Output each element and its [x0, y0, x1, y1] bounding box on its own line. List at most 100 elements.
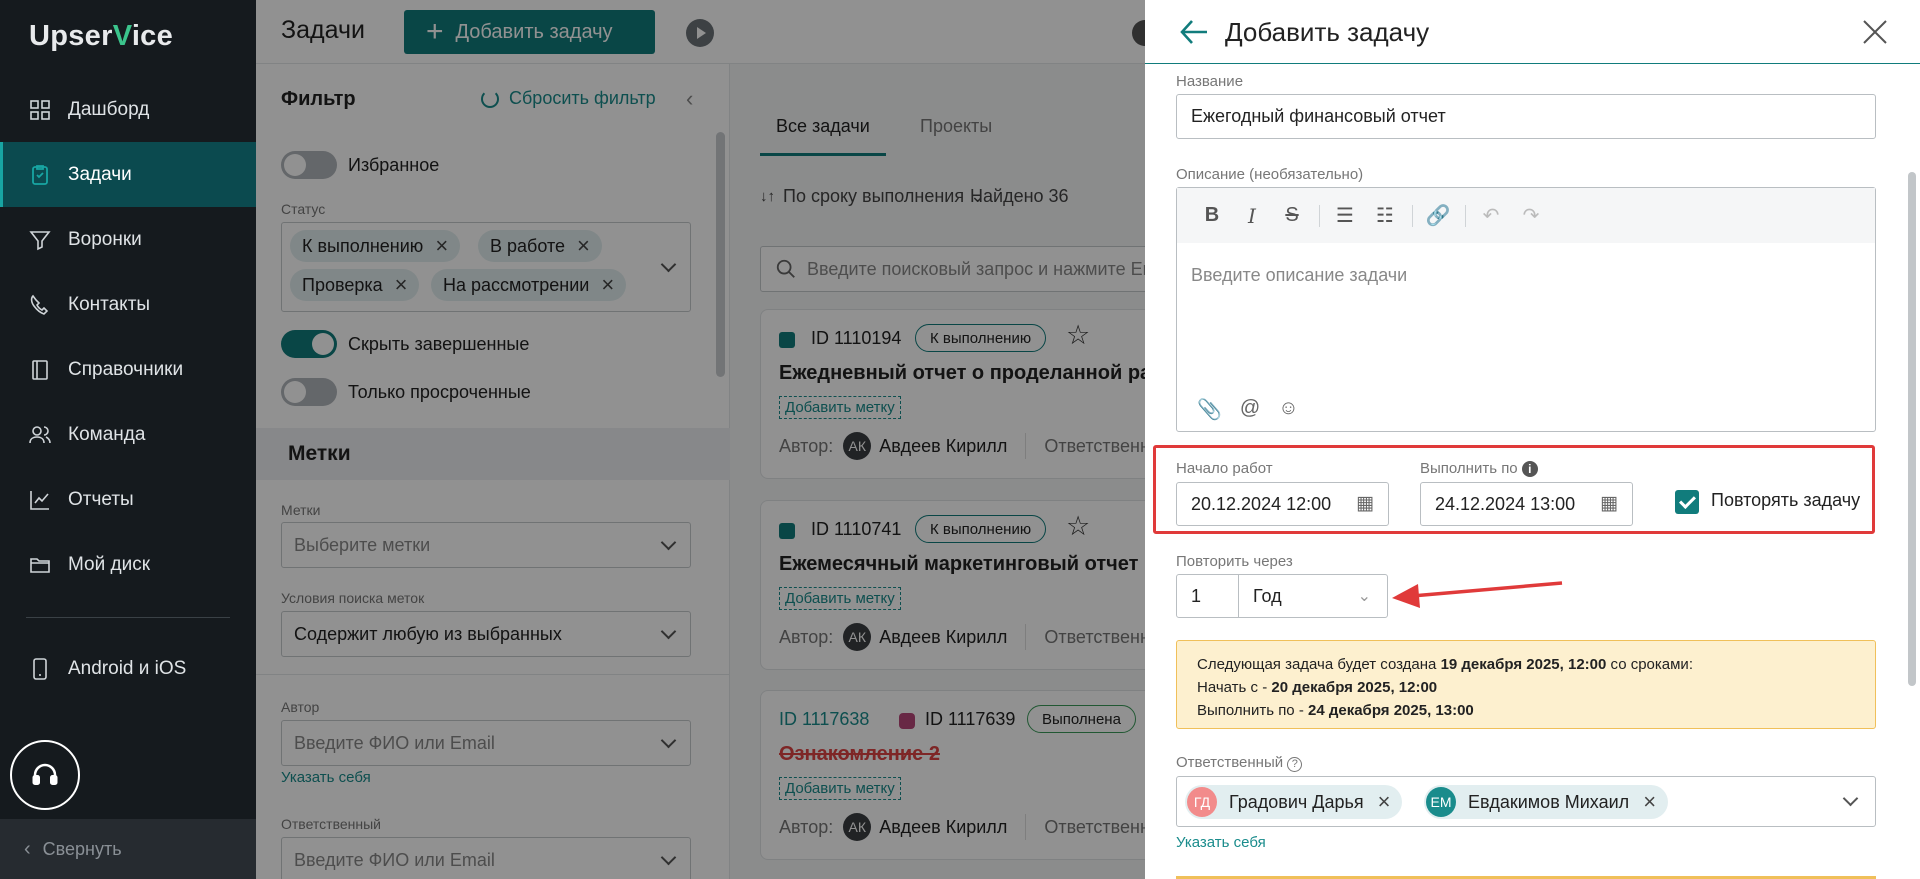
sidebar-item-label: Справочники [68, 358, 184, 380]
editor-toolbar: B I S ☰ ☷ 🔗 ↶ ↷ [1177, 188, 1875, 243]
chevron-left-icon: ‹ [24, 837, 31, 860]
info-text: Выполнить по - [1197, 702, 1308, 719]
team-icon [29, 425, 51, 443]
book-icon [32, 359, 48, 380]
chevron-down-icon: ⌄ [1357, 588, 1371, 605]
next-task-info: Следующая задача будет создана 19 декабр… [1176, 640, 1876, 729]
repeat-task-checkbox[interactable] [1675, 490, 1699, 514]
responsible-label-text: Ответственный [1176, 754, 1284, 771]
sidebar-item-label: Отчеты [68, 488, 134, 510]
chevron-down-icon [1842, 790, 1859, 807]
editor-bottom-tools: 📎 @ ☺ [1197, 397, 1299, 422]
panel-scrollbar[interactable] [1908, 172, 1916, 686]
calendar-icon[interactable]: ▦ [1356, 492, 1374, 515]
sidebar-item-label: Команда [68, 423, 146, 445]
repeat-every-label: Повторить через [1176, 553, 1293, 570]
repeat-unit-select[interactable]: Год ⌄ [1238, 574, 1388, 618]
sidebar-item-label: Контакты [68, 293, 151, 315]
dashboard-icon [30, 99, 50, 120]
assignee-name: Градович Дарья [1229, 791, 1364, 812]
sidebar-item-label: Мой диск [68, 553, 151, 575]
toolbar-divider [1319, 204, 1320, 227]
due-date-input[interactable]: 24.12.2024 13:00 ▦ [1420, 482, 1633, 526]
due-date-value: 24.12.2024 13:00 [1435, 493, 1576, 514]
assignee-chip: ГД Градович Дарья × [1185, 785, 1403, 819]
assignee-chip: ЕМ Евдакимов Михаил × [1424, 785, 1669, 819]
sidebar-item-directories[interactable]: Справочники [0, 337, 256, 402]
collapse-label: Свернуть [42, 838, 122, 859]
avatar: ГД [1187, 787, 1217, 817]
info-icon[interactable]: i [1521, 461, 1538, 477]
sidebar-item-dashboard[interactable]: Дашборд [0, 77, 256, 142]
bold-icon[interactable]: B [1199, 203, 1225, 229]
panel-header: Добавить задачу [1145, 0, 1920, 64]
info-date: 19 декабря 2025, 12:00 [1440, 656, 1607, 673]
emoji-icon[interactable]: ☺ [1278, 397, 1298, 422]
sidebar-item-label: Задачи [68, 163, 132, 185]
arrow-left-icon[interactable] [1179, 18, 1209, 46]
sidebar-item-tasks[interactable]: Задачи [0, 142, 256, 207]
info-date: 24 декабря 2025, 13:00 [1307, 702, 1474, 719]
link-icon[interactable]: 🔗 [1425, 203, 1451, 229]
sidebar-item-funnels[interactable]: Воронки [0, 207, 256, 272]
remove-chip-icon[interactable]: × [1643, 789, 1656, 815]
sidebar-item-contacts[interactable]: Контакты [0, 272, 256, 337]
info-line: Начать с - 20 декабря 2025, 12:00 [1197, 676, 1855, 699]
description-label: Описание (необязательно) [1176, 166, 1364, 183]
support-button[interactable] [10, 740, 80, 810]
help-icon[interactable]: ? [1287, 757, 1303, 772]
logo[interactable]: UpserVice [29, 20, 173, 53]
toolbar-divider [1412, 204, 1413, 227]
start-date-label: Начало работ [1176, 460, 1273, 477]
strikethrough-icon[interactable]: S [1279, 203, 1305, 229]
contacts-icon [30, 294, 49, 315]
bullet-list-icon[interactable]: ☰ [1332, 203, 1358, 229]
italic-icon[interactable]: I [1239, 203, 1265, 229]
redo-icon[interactable]: ↷ [1518, 203, 1544, 229]
info-text: Следующая задача будет создана [1197, 656, 1441, 673]
due-date-label: Выполнить по i [1420, 460, 1538, 477]
sidebar-item-mobile-apps[interactable]: Android и iOS [0, 636, 256, 701]
panel-title: Добавить задачу [1225, 17, 1430, 47]
sidebar-item-my-drive[interactable]: Мой диск [0, 532, 256, 597]
modal-backdrop[interactable] [256, 0, 1145, 879]
numbered-list-icon[interactable]: ☷ [1372, 203, 1398, 229]
toolbar-divider [1465, 204, 1466, 227]
repeat-count-input[interactable]: 1 [1176, 574, 1239, 618]
avatar: ЕМ [1426, 787, 1456, 817]
repeat-task-label[interactable]: Повторять задачу [1711, 490, 1860, 511]
assign-self-link[interactable]: Указать себя [1176, 834, 1266, 851]
info-text: Начать с - [1197, 679, 1272, 696]
close-icon[interactable] [1861, 18, 1889, 46]
sidebar: UpserVice Дашборд Задачи Воронки Контакт… [0, 0, 256, 879]
repeat-unit-value: Год [1253, 585, 1282, 606]
phone-icon [33, 657, 47, 680]
sidebar-item-team[interactable]: Команда [0, 402, 256, 467]
collapse-sidebar-button[interactable]: ‹ Свернуть [0, 819, 256, 879]
start-date-input[interactable]: 20.12.2024 12:00 ▦ [1176, 482, 1389, 526]
task-name-input[interactable]: Ежегодный финансовый отчет [1176, 94, 1876, 139]
responsible-select[interactable]: ГД Градович Дарья × ЕМ Евдакимов Михаил … [1176, 776, 1876, 827]
due-date-label-text: Выполнить по [1420, 460, 1518, 477]
sidebar-item-label: Дашборд [68, 98, 150, 120]
add-task-panel: Добавить задачу Название Ежегодный финан… [1145, 0, 1920, 879]
sidebar-item-reports[interactable]: Отчеты [0, 467, 256, 532]
mention-icon[interactable]: @ [1240, 397, 1260, 422]
headset-icon [32, 763, 58, 785]
info-line: Выполнить по - 24 декабря 2025, 13:00 [1197, 699, 1855, 722]
info-line: Следующая задача будет создана 19 декабр… [1197, 653, 1855, 676]
remove-chip-icon[interactable]: × [1378, 789, 1391, 815]
annotation-arrow [1392, 581, 1563, 608]
sidebar-item-label: Android и iOS [68, 657, 187, 679]
attachment-icon[interactable]: 📎 [1197, 397, 1222, 422]
sidebar-item-label: Воронки [68, 228, 142, 250]
sidebar-divider [26, 617, 230, 618]
task-name-label: Название [1176, 73, 1244, 90]
calendar-icon[interactable]: ▦ [1600, 492, 1618, 515]
responsible-label: Ответственный ? [1176, 754, 1303, 772]
chart-icon [30, 490, 49, 510]
assignee-name: Евдакимов Михаил [1468, 791, 1630, 812]
info-text: со сроками: [1606, 656, 1693, 673]
description-editor[interactable]: B I S ☰ ☷ 🔗 ↶ ↷ Введите описание задачи … [1176, 187, 1876, 432]
undo-icon[interactable]: ↶ [1478, 203, 1504, 229]
